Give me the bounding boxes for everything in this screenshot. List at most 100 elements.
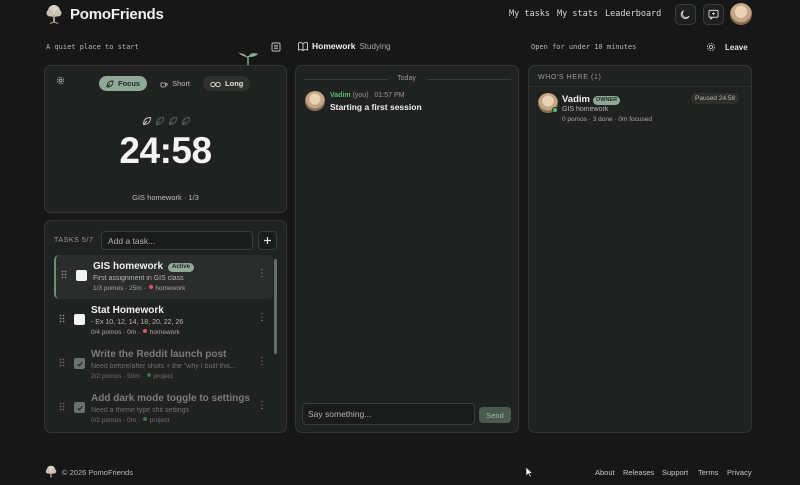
task-menu-icon[interactable]: ⋮ [257,401,267,411]
brand-name: PomoFriends [70,5,164,23]
drag-handle-icon[interactable] [59,402,65,411]
task-menu-icon[interactable]: ⋮ [257,313,267,323]
timer-current-task: GIS homework · 1/3 [132,193,199,202]
footer-link-terms[interactable]: Terms [698,468,718,477]
sprout-icon [238,52,258,66]
room-title: Homework Studying [298,41,391,51]
member-name: Vadim OWNER [562,94,621,105]
tab-long[interactable]: Long [203,76,251,91]
book-icon [298,41,308,51]
send-button[interactable]: Send [479,407,511,423]
task-menu-icon[interactable]: ⋮ [257,269,267,279]
nav-my-stats[interactable]: My stats [557,9,598,19]
divider [529,86,751,87]
task-item[interactable]: Add dark mode toggle to settings Need a … [54,387,273,431]
drag-handle-icon[interactable] [59,358,65,367]
message-avatar [305,91,325,111]
task-title: Write the Reddit launch post [91,349,227,360]
member-task: GIS homework [562,106,609,113]
footer-link-releases[interactable]: Releases [623,468,654,477]
pomodoro-progress [142,116,191,126]
task-meta: 0/4 pomos · 0m · homework [91,329,180,336]
task-meta: 0/2 pomos · 0m · project [91,417,170,424]
message-you: (you) [352,92,369,99]
pomo-leaf-empty-icon [169,117,177,125]
task-item[interactable]: GIS homework Active First assignment in G… [54,255,273,299]
task-meta: 1/3 pomos · 25m · homework [93,285,186,292]
active-badge: Active [168,262,195,272]
add-task-input[interactable] [101,231,253,250]
room-name: Homework [312,41,356,51]
room-settings-gear-icon[interactable] [706,42,716,52]
chat-message-input[interactable] [302,403,475,425]
theme-toggle-button[interactable] [675,4,696,25]
tree-logo-icon [45,465,57,478]
footer-link-about[interactable]: About [595,468,615,477]
coffee-icon [160,82,168,87]
user-avatar[interactable] [730,3,752,25]
footer-copyright: © 2026 PomoFriends [44,465,133,479]
presence-card: WHO'S HERE (1) Vadim OWNER GIS homework 0… [528,65,752,433]
check-icon [76,405,83,411]
feedback-button[interactable] [703,4,724,25]
task-checkbox-checked[interactable] [74,402,85,413]
task-checkbox-checked[interactable] [74,358,85,369]
room-open-duration: Open for under 10 minutes [531,43,637,51]
top-header: PomoFriends My tasks My stats Leaderboar… [0,0,800,30]
task-title: GIS homework Active [93,261,195,272]
task-description: Need before/after shots + the "why I bui… [91,363,237,370]
timer-settings-gear-icon[interactable] [56,76,65,85]
tag-dot [148,285,153,289]
owner-badge: OWNER [593,95,621,105]
message-author: Vadim [330,92,351,99]
tasks-scrollbar[interactable] [274,259,277,354]
task-checkbox[interactable] [76,270,87,281]
moon-icon [680,10,690,19]
task-meta: 2/2 pomos · 50m · project [91,373,173,380]
pomo-leaf-empty-icon [156,117,164,125]
leaf-icon [106,80,114,87]
tasks-card: TASKS 5/7 GIS homeworkActive First assig… [44,220,287,433]
task-title: Stat Homework [91,305,164,316]
message-text: Starting a first session [330,102,422,112]
collapse-panel-icon[interactable] [271,42,281,52]
drag-handle-icon[interactable] [59,314,65,323]
footer-link-privacy[interactable]: Privacy [727,468,752,477]
tasks-count-label: TASKS 5/7 [54,237,94,244]
timer-countdown: 24:58 [119,130,212,171]
pomo-leaf-filled-icon [143,117,151,125]
task-description: First assignment in GIS class [93,275,184,282]
timer-mode-tabs: Focus Short Long [99,76,251,91]
tab-short[interactable]: Short [153,76,197,91]
nav-leaderboard[interactable]: Leaderboard [605,9,661,19]
leave-button[interactable]: Leave [725,43,748,52]
member-status-badge: Paused 24:58 [691,93,740,104]
task-description: Need a theme type shit settings [91,407,190,414]
task-description: - Ex 10, 12, 14, 18, 20, 22, 26 [91,319,184,326]
add-task-button[interactable] [258,231,277,250]
task-item[interactable]: Stat Homework - Ex 10, 12, 14, 18, 20, 2… [54,299,273,343]
message-header: Vadim (you) 01:57 PM [330,92,404,99]
chat-card: Today Vadim (you) 01:57 PM Starting a fi… [295,65,519,433]
task-checkbox[interactable] [74,314,85,325]
task-item[interactable]: Write the Reddit launch post Need before… [54,343,273,387]
online-status-indicator [552,107,558,113]
brand[interactable]: PomoFriends [44,4,164,24]
task-title: Add dark mode toggle to settings [91,393,250,404]
tab-focus[interactable]: Focus [99,76,148,91]
drag-handle-icon[interactable] [61,270,67,279]
message-plus-icon [708,9,719,20]
check-icon [76,361,83,367]
nav-my-tasks[interactable]: My tasks [509,9,550,19]
tagline: A quiet place to start [46,43,139,51]
task-menu-icon[interactable]: ⋮ [257,357,267,367]
who-here-label: WHO'S HERE (1) [538,74,602,81]
glasses-icon [210,81,221,87]
tag-dot [142,417,147,421]
footer-link-support[interactable]: Support [662,468,688,477]
mouse-cursor-icon [525,466,533,478]
pomo-leaf-empty-icon [182,117,190,125]
member-stats: 0 pomos · 3 done · 0m focused [562,116,652,123]
tag-dot [146,373,151,377]
plus-icon [264,237,271,244]
